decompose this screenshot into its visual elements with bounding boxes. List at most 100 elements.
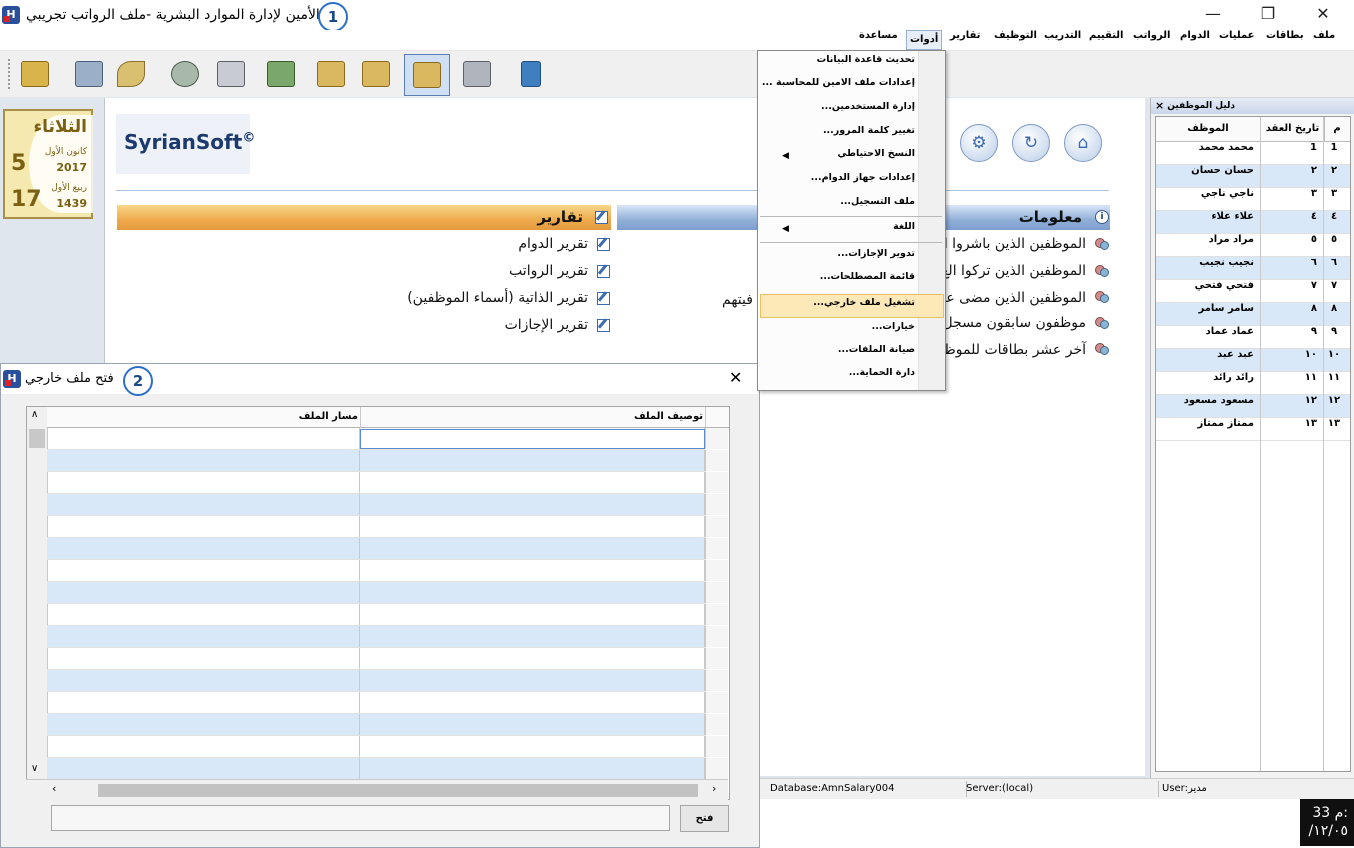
employee-row[interactable]: ٣ ٣ ناجي ناجي [1156, 188, 1350, 211]
grid-row[interactable] [47, 450, 728, 472]
grid-cell[interactable] [360, 582, 705, 603]
grid-cell[interactable] [360, 714, 705, 735]
grid-cell[interactable] [705, 538, 728, 559]
grid-cell[interactable] [705, 494, 728, 515]
grid-row[interactable] [47, 692, 728, 714]
grid-cell[interactable] [705, 450, 728, 471]
employee-row[interactable]: ٩ ٩ عماد عماد [1156, 326, 1350, 349]
grid-row[interactable] [47, 582, 728, 604]
menu-cards[interactable]: بطاقات [1266, 30, 1304, 50]
scroll-left-icon[interactable]: ‹ [52, 782, 56, 795]
grid-row[interactable] [47, 472, 728, 494]
toolbar-schedule-button[interactable] [212, 56, 250, 92]
grid-row[interactable] [47, 736, 728, 758]
employee-row[interactable]: ٨ ٨ سامر سامر [1156, 303, 1350, 326]
menu-reports[interactable]: تقارير [950, 30, 980, 50]
menu-item-protection[interactable]: دارة الحماية... [849, 367, 915, 385]
menu-item-run-external-file[interactable]: تشغيل ملف خارجي... [813, 297, 915, 315]
description-cell-editor[interactable] [360, 429, 705, 449]
column-header-num[interactable]: م [1324, 117, 1350, 142]
column-header-employee[interactable]: الموظف [1156, 117, 1260, 142]
grid-row[interactable] [47, 516, 728, 538]
menu-item-user-management[interactable]: إدارة المستخدمين... [821, 101, 915, 119]
scroll-thumb[interactable] [98, 784, 698, 797]
employee-row[interactable]: 1 1 محمد محمد [1156, 142, 1350, 165]
grid-cell[interactable] [47, 450, 360, 471]
grid-cell[interactable] [360, 516, 705, 537]
grid-cell[interactable] [47, 472, 360, 493]
minimize-button[interactable]: — [1190, 0, 1236, 28]
toolbar-employees-button[interactable] [404, 54, 450, 96]
grid-row[interactable] [47, 626, 728, 648]
toolbar-employee-card-button[interactable] [70, 56, 108, 92]
info-link-started[interactable]: الموظفين الذين باشروا ال [934, 236, 1086, 252]
grid-row[interactable] [47, 714, 728, 736]
menu-training[interactable]: التدريب [1044, 30, 1081, 50]
grid-row[interactable] [47, 560, 728, 582]
employee-row[interactable]: ٢ ٢ حسان حسان [1156, 165, 1350, 188]
row-selector[interactable] [29, 429, 45, 448]
grid-cell[interactable] [360, 494, 705, 515]
grid-cell[interactable] [47, 692, 360, 713]
scroll-right-icon[interactable]: › [712, 782, 716, 795]
toolbar-salaries-button[interactable] [262, 56, 300, 92]
info-link-left[interactable]: الموظفين الذين تركوا الع [941, 263, 1086, 279]
grid-cell[interactable] [360, 626, 705, 647]
menu-item-rotate-leaves[interactable]: تدوير الإجازات... [837, 248, 915, 266]
menu-item-log-file[interactable]: ملف التسجيل... [840, 196, 915, 214]
toolbar-attendance-button[interactable] [166, 56, 204, 92]
menu-salaries[interactable]: الرواتب [1133, 30, 1170, 50]
grid-cell[interactable] [47, 582, 360, 603]
menu-item-change-password[interactable]: تغيير كلمة المرور... [823, 125, 915, 143]
column-header-contract-date[interactable]: تاريخ العقد [1260, 117, 1325, 142]
grid-cell[interactable] [360, 736, 705, 757]
report-link-salaries[interactable]: تقرير الرواتب [509, 263, 588, 279]
grid-cell[interactable] [360, 758, 705, 779]
grid-cell[interactable] [360, 472, 705, 493]
dialog-close-button[interactable]: ✕ [729, 368, 742, 387]
grid-horizontal-scrollbar[interactable]: ‹ › [26, 779, 728, 800]
info-link-former[interactable]: موظفون سابقون مسجل [943, 315, 1087, 331]
grid-row[interactable] [47, 670, 728, 692]
grid-cell[interactable] [360, 692, 705, 713]
toolbar-grip[interactable] [8, 59, 12, 89]
grid-cell[interactable] [360, 450, 705, 471]
grid-cell[interactable] [705, 428, 728, 449]
grid-cell[interactable] [705, 736, 728, 757]
info-link-last-cards[interactable]: آخر عشر بطاقات للموظف [930, 342, 1086, 358]
grid-cell[interactable] [705, 472, 728, 493]
file-path-input[interactable] [51, 805, 670, 831]
grid-cell[interactable] [47, 516, 360, 537]
close-button[interactable]: ✕ [1300, 0, 1346, 28]
info-link-elapsed[interactable]: الموظفين الذين مضى عل [936, 290, 1086, 306]
report-link-attendance[interactable]: تقرير الدوام [518, 236, 588, 252]
grid-cell[interactable] [47, 494, 360, 515]
column-header-path[interactable]: مسار الملف [47, 407, 361, 428]
grid-cell[interactable] [47, 428, 360, 449]
employee-row[interactable]: ٧ ٧ فتحي فتحي [1156, 280, 1350, 303]
scroll-up-icon[interactable]: ∧ [31, 409, 38, 420]
menu-item-language[interactable]: اللغة [893, 221, 915, 239]
menu-item-file-maintenance[interactable]: صيانة الملفات... [838, 344, 915, 362]
grid-cell[interactable] [360, 604, 705, 625]
employee-row[interactable]: ١٣ ١٣ ممتاز ممتاز [1156, 418, 1350, 441]
grid-cell[interactable] [47, 714, 360, 735]
guide-close-button[interactable]: × [1155, 98, 1164, 114]
grid-cell[interactable] [47, 736, 360, 757]
grid-row[interactable] [47, 648, 728, 670]
employee-row[interactable]: ٤ ٤ علاء علاء [1156, 211, 1350, 234]
toolbar-add-button[interactable] [112, 56, 150, 92]
menu-help[interactable]: مساعدة [859, 30, 898, 50]
open-button[interactable]: فتح [680, 805, 729, 832]
refresh-button[interactable]: ↻ [1012, 124, 1050, 162]
grid-row[interactable] [47, 494, 728, 516]
grid-cell[interactable] [705, 582, 728, 603]
grid-cell[interactable] [360, 538, 705, 559]
grid-cell[interactable] [360, 560, 705, 581]
maximize-button[interactable]: ❐ [1245, 0, 1291, 28]
menu-file[interactable]: ملف [1313, 30, 1335, 50]
grid-cell[interactable] [705, 604, 728, 625]
employee-row[interactable]: ١٢ ١٢ مسعود مسعود [1156, 395, 1350, 418]
grid-cell[interactable] [705, 560, 728, 581]
grid-cell[interactable] [705, 758, 728, 779]
